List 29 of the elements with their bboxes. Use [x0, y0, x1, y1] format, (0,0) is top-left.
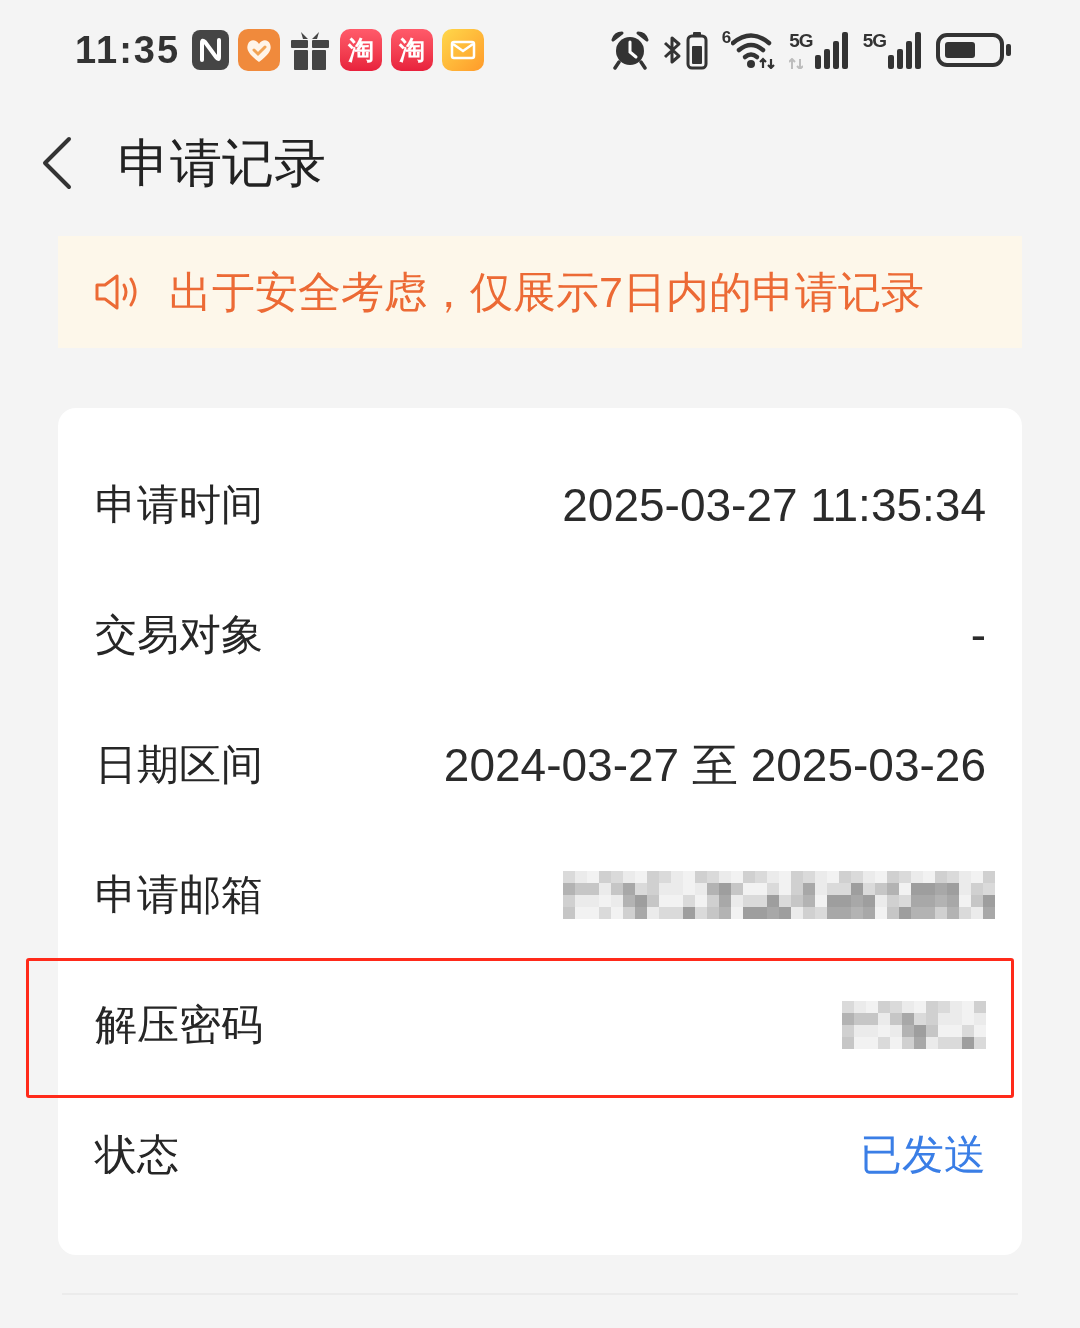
network-type-label: 5G	[862, 31, 886, 50]
status-value: 已发送	[860, 1134, 986, 1176]
field-value: 2025-03-27 11:35:34	[562, 482, 986, 528]
alarm-clock-icon	[609, 30, 650, 70]
nfc-icon	[192, 30, 230, 70]
field-label: 解压密码	[95, 1004, 263, 1046]
notice-text: 出于安全考虑，仅展示7日内的申请记录	[169, 270, 924, 314]
field-label: 申请时间	[95, 484, 263, 526]
battery-icon	[936, 31, 1012, 69]
page-title: 申请记录	[118, 136, 326, 189]
back-icon[interactable]	[40, 135, 72, 190]
shopping-app-icon: 淘	[391, 29, 434, 71]
bluetooth-battery-icon	[661, 30, 710, 70]
field-label: 申请邮箱	[95, 874, 263, 916]
heart-check-app-icon	[238, 29, 281, 71]
field-label: 日期区间	[95, 744, 263, 786]
field-label: 交易对象	[95, 614, 263, 656]
shopping-app-icon: 淘	[340, 29, 383, 71]
gift-icon	[289, 30, 332, 70]
wifi-standard-label: 6	[721, 29, 732, 46]
signal-bars-icon	[814, 31, 851, 69]
network-type-label: 5G	[789, 31, 813, 50]
field-label: 状态	[95, 1134, 179, 1176]
signal-bars-icon	[888, 31, 924, 69]
wifi-icon	[731, 31, 778, 69]
field-value: 2024-03-27 至 2025-03-26	[443, 742, 986, 788]
field-value: -	[970, 612, 986, 658]
status-time: 11:35	[75, 31, 181, 69]
mail-app-icon	[442, 29, 485, 71]
